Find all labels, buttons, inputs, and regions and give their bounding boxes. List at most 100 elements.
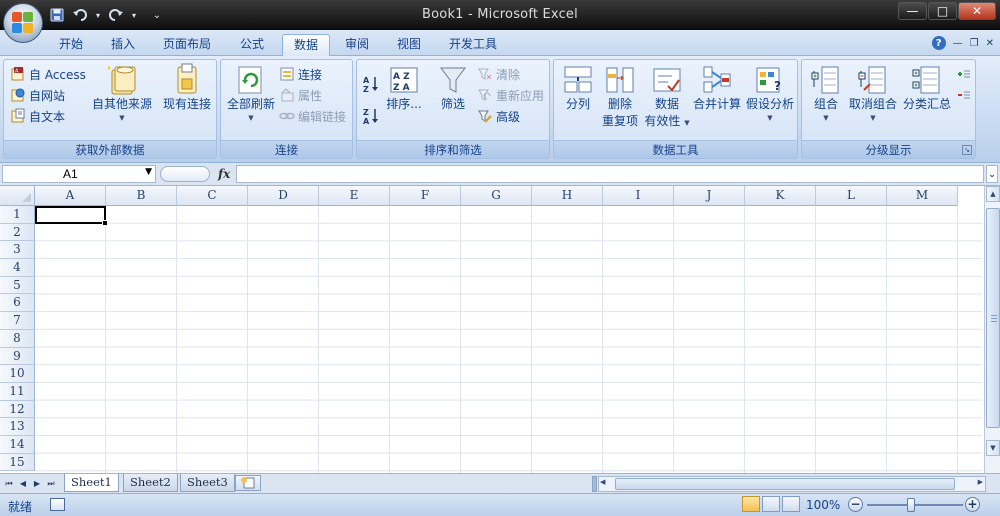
normal-view-button[interactable] — [742, 496, 760, 512]
sheet-tab-sheet2[interactable]: Sheet2 — [123, 474, 178, 492]
column-header-k[interactable]: K — [745, 186, 816, 206]
column-header-m[interactable]: M — [887, 186, 958, 206]
tab-insert[interactable]: 插入 — [100, 34, 146, 56]
tab-view[interactable]: 视图 — [386, 34, 432, 56]
reapply-button[interactable]: 重新应用 — [477, 85, 544, 105]
horizontal-scrollbar[interactable]: ◀ ▶ — [598, 476, 986, 492]
horizontal-scroll-thumb[interactable] — [615, 478, 955, 490]
column-header-i[interactable]: I — [603, 186, 674, 206]
column-header-h[interactable]: H — [532, 186, 603, 206]
scroll-down-icon[interactable]: ▼ — [986, 440, 1000, 456]
cell-area[interactable] — [35, 206, 982, 473]
insert-function-icon[interactable]: fx — [218, 167, 230, 181]
zoom-slider-thumb[interactable] — [907, 498, 915, 512]
from-text-button[interactable]: 自文本 — [10, 106, 65, 126]
zoom-in-button[interactable]: + — [965, 497, 980, 512]
next-sheet-icon[interactable]: ▶ — [30, 476, 44, 491]
workbook-restore-icon[interactable]: ❐ — [970, 38, 979, 49]
help-icon[interactable]: ? — [931, 36, 946, 50]
row-header[interactable]: 4 — [0, 259, 35, 277]
from-access-button[interactable]: A 自 Access — [10, 64, 86, 84]
show-detail-button[interactable] — [956, 64, 972, 84]
zoom-level[interactable]: 100% — [806, 498, 840, 512]
edit-links-button[interactable]: 编辑链接 — [279, 106, 346, 126]
column-header-g[interactable]: G — [461, 186, 532, 206]
scroll-left-icon[interactable]: ◀ — [600, 478, 605, 486]
row-header[interactable]: 7 — [0, 312, 35, 330]
refresh-all-button[interactable]: 全部刷新 ▼ — [225, 64, 277, 123]
scroll-right-icon[interactable]: ▶ — [978, 478, 983, 486]
sheet-tab-sheet1[interactable]: Sheet1 — [64, 474, 119, 492]
chevron-down-icon[interactable]: ▼ — [145, 167, 152, 177]
record-macro-icon[interactable] — [50, 498, 65, 511]
row-header[interactable]: 9 — [0, 347, 35, 366]
page-layout-view-button[interactable] — [762, 496, 780, 512]
from-web-button[interactable]: 自网站 — [10, 85, 65, 105]
last-sheet-icon[interactable]: ⏭ — [44, 476, 58, 491]
tab-developer[interactable]: 开发工具 — [438, 34, 508, 56]
sort-button[interactable]: A ZZ A 排序... — [383, 64, 425, 113]
row-header[interactable]: 15 — [0, 453, 35, 472]
properties-button[interactable]: 属性 — [279, 85, 322, 105]
workbook-minimize-icon[interactable]: — — [953, 38, 963, 49]
formula-input[interactable] — [236, 165, 984, 183]
row-header[interactable]: 10 — [0, 365, 35, 383]
workbook-close-icon[interactable]: ✕ — [986, 38, 994, 49]
sort-descending-button[interactable]: ZA — [362, 106, 380, 126]
data-validation-button[interactable]: 数据 有效性 ▼ — [644, 64, 690, 130]
minimize-button[interactable]: — — [898, 2, 927, 20]
column-header-j[interactable]: J — [674, 186, 745, 206]
dialog-launcher-icon[interactable]: ↘ — [962, 145, 972, 155]
row-header[interactable]: 6 — [0, 294, 35, 313]
column-header-d[interactable]: D — [248, 186, 319, 206]
tab-page-layout[interactable]: 页面布局 — [152, 34, 222, 56]
close-button[interactable]: ✕ — [958, 2, 996, 20]
row-header[interactable]: 13 — [0, 418, 35, 436]
row-header[interactable]: 3 — [0, 241, 35, 260]
connections-button[interactable]: 连接 — [279, 64, 322, 84]
name-box[interactable]: A1 ▼ — [2, 165, 156, 183]
insert-worksheet-button[interactable] — [235, 475, 261, 491]
filter-button[interactable]: 筛选 — [433, 64, 473, 113]
sheet-tab-sheet3[interactable]: Sheet3 — [180, 474, 235, 492]
fill-handle[interactable] — [102, 220, 108, 226]
row-header[interactable]: 1 — [0, 206, 35, 224]
tab-formulas[interactable]: 公式 — [229, 34, 275, 56]
tab-home[interactable]: 开始 — [48, 34, 94, 56]
previous-sheet-icon[interactable]: ◀ — [16, 476, 30, 491]
row-header[interactable]: 14 — [0, 435, 35, 454]
column-header-a[interactable]: A — [35, 186, 106, 206]
hide-detail-button[interactable] — [956, 85, 972, 105]
select-all-button[interactable] — [0, 186, 35, 206]
tab-split-handle[interactable] — [592, 476, 597, 492]
vertical-scrollbar[interactable]: ▲ ▼ — [984, 186, 1000, 473]
column-header-c[interactable]: C — [177, 186, 248, 206]
first-sheet-icon[interactable]: ⏮ — [2, 476, 16, 491]
page-break-preview-button[interactable] — [782, 496, 800, 512]
row-header[interactable]: 12 — [0, 400, 35, 419]
remove-duplicates-button[interactable]: 删除 重复项 — [600, 64, 640, 130]
row-header[interactable]: 2 — [0, 223, 35, 242]
active-cell-a1[interactable] — [35, 206, 108, 226]
expand-formula-bar-icon[interactable]: ⌄ — [986, 165, 998, 183]
vertical-scroll-thumb[interactable] — [986, 208, 1000, 428]
tab-data[interactable]: 数据 — [282, 34, 331, 57]
consolidate-button[interactable]: 合并计算 — [692, 64, 742, 113]
column-header-l[interactable]: L — [816, 186, 887, 206]
text-to-columns-button[interactable]: 分列 — [558, 64, 598, 113]
row-header[interactable]: 5 — [0, 276, 35, 295]
group-button[interactable]: 组合 ▼ — [808, 64, 844, 123]
subtotal-button[interactable]: 分类汇总 — [902, 64, 952, 113]
advanced-filter-button[interactable]: 高级 — [477, 106, 520, 126]
column-header-f[interactable]: F — [390, 186, 461, 206]
row-header[interactable]: 8 — [0, 329, 35, 348]
tab-review[interactable]: 审阅 — [334, 34, 380, 56]
maximize-button[interactable]: □ — [928, 2, 957, 20]
column-header-e[interactable]: E — [319, 186, 390, 206]
existing-connections-button[interactable]: 现有连接 — [160, 62, 214, 113]
sort-ascending-button[interactable]: AZ — [362, 74, 380, 94]
zoom-out-button[interactable]: − — [848, 497, 863, 512]
what-if-analysis-button[interactable]: ? 假设分析 ▼ — [744, 64, 796, 123]
clear-filter-button[interactable]: 清除 — [477, 64, 520, 84]
office-button[interactable] — [3, 3, 43, 43]
